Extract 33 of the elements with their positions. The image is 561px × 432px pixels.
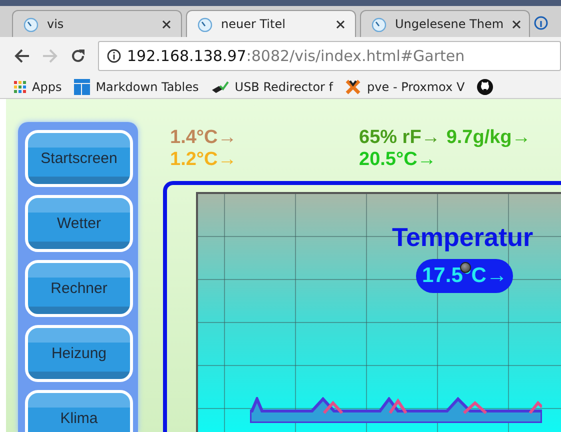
bookmark-link[interactable]: Apps	[14, 80, 62, 94]
climate-reading: 65% rF→	[359, 127, 440, 149]
close-icon[interactable]	[512, 20, 521, 28]
grid-icon	[14, 80, 26, 92]
cross-icon	[345, 78, 362, 94]
nav-button[interactable]: Klima	[25, 390, 133, 432]
address-field[interactable]: 192.168.138.97:8082/vis/index.html#Garten	[98, 41, 561, 71]
nav-button[interactable]: Wetter	[25, 195, 133, 252]
back-icon[interactable]	[14, 48, 30, 64]
nav-button[interactable]: Rechner	[25, 260, 133, 317]
gauge-icon	[371, 16, 387, 32]
temperature-reading: 1.2°C→	[170, 149, 238, 171]
close-icon[interactable]	[162, 20, 171, 28]
chart-title: Temperatur	[392, 222, 534, 253]
close-icon[interactable]	[336, 20, 345, 28]
reload-icon[interactable]	[70, 48, 86, 64]
gauge-icon	[197, 16, 213, 32]
info-icon	[534, 16, 548, 30]
bookmark-link[interactable]: Markdown Tables	[74, 78, 199, 94]
bookmark-link[interactable]: USB Redirector f	[210, 80, 334, 94]
browser-tab[interactable]: neuer Titel	[186, 10, 356, 37]
browser-tab[interactable]: vis	[12, 10, 182, 37]
cat-icon[interactable]	[476, 78, 493, 94]
nav-button[interactable]: Startscreen	[25, 130, 133, 187]
climate-reading: 9.7g/kg→	[446, 127, 531, 149]
table-icon	[74, 78, 90, 94]
nav-button[interactable]: Heizung	[25, 325, 133, 382]
climate-reading: 20.5°C→	[359, 149, 436, 171]
temperature-reading: 1.4°C→	[170, 127, 238, 149]
bookmark-link[interactable]: pve - Proxmox V	[345, 78, 465, 94]
browser-tab[interactable]: Ungelesene Them	[360, 10, 530, 37]
info-icon	[107, 49, 121, 63]
gauge-icon	[23, 16, 39, 32]
